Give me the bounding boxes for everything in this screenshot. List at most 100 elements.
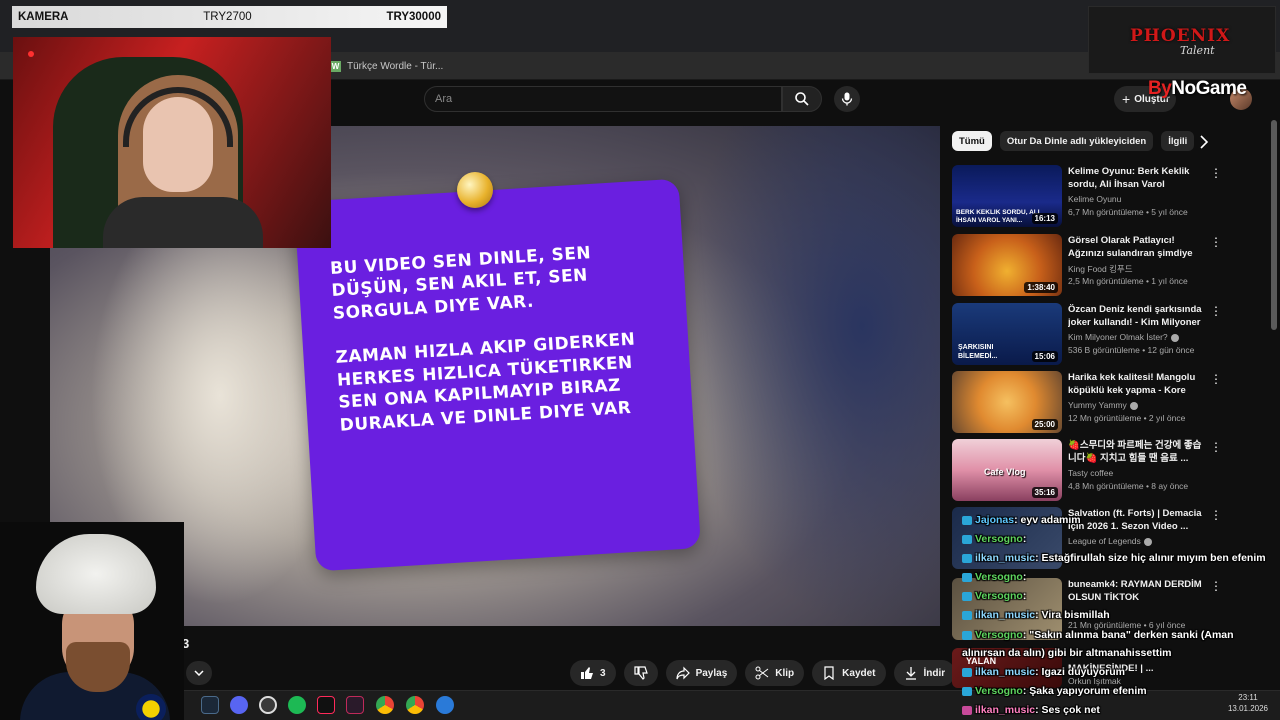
sponsor-prefix: By — [1148, 78, 1172, 99]
download-label: İndir — [923, 667, 946, 679]
kebab-menu-icon[interactable]: ⋮ — [1210, 167, 1222, 183]
recommendation-item[interactable]: Cafe Vlog 35:16 🍓스무디와 파르페는 건강에 좋습니다🍓 지치고… — [952, 439, 1222, 501]
expand-button[interactable] — [186, 661, 212, 685]
dislike-button[interactable] — [623, 660, 658, 686]
chat-message: Versogno: "Sakın alınma bana" derken san… — [962, 629, 1234, 641]
chat-message: ilkan_music: Igazi duyuyorum — [962, 666, 1125, 678]
save-button[interactable]: Kaydet — [812, 660, 886, 686]
share-button[interactable]: Paylaş — [665, 660, 738, 686]
video-title[interactable]: 🍓스무디와 파르페는 건강에 좋습니다🍓 지치고 힘들 땐 음료 ... — [1068, 439, 1206, 465]
video-thumbnail[interactable]: 1:38:40 — [952, 234, 1062, 296]
chat-text: : Ses çok net — [1035, 704, 1100, 716]
verified-icon — [1129, 401, 1138, 410]
verified-icon — [1170, 333, 1179, 342]
video-title[interactable]: Görsel Olarak Patlayıcı! Ağzınızı suland… — [1068, 234, 1206, 260]
kebab-menu-icon[interactable]: ⋮ — [1210, 441, 1222, 457]
chat-text: : — [1022, 590, 1027, 602]
recommendation-item[interactable]: 25:00 Harika kek kalitesi! Mangolu köpük… — [952, 371, 1222, 433]
video-thumbnail[interactable]: Cafe Vlog 35:16 — [952, 439, 1062, 501]
video-title[interactable]: Salvation (ft. Forts) | Demacia için 202… — [1068, 507, 1206, 533]
video-meta: 12 Mn görüntüleme • 2 yıl önce — [1068, 413, 1186, 423]
thumbs-down-icon — [633, 666, 648, 680]
video-duration: 35:16 — [1031, 487, 1058, 498]
voice-search-button[interactable] — [834, 86, 860, 112]
kebab-menu-icon[interactable]: ⋮ — [1210, 509, 1222, 525]
video-duration: 16:13 — [1031, 213, 1058, 224]
video-title[interactable]: Özcan Deniz kendi şarkısında joker kulla… — [1068, 303, 1206, 329]
chat-message: Versogno: Şaka yapıyorum efenim — [962, 685, 1147, 697]
search-input[interactable]: Ara — [424, 86, 782, 112]
chat-text: : eyv adamım — [1014, 514, 1081, 526]
video-background-shadow — [680, 126, 940, 626]
video-duration: 15:06 — [1031, 351, 1058, 362]
channel-name[interactable]: King Food 킹푸드 — [1068, 263, 1133, 275]
video-thumbnail[interactable]: BERK KEKLIK SORDU, ALI İHSAN VAROL YANI.… — [952, 165, 1062, 227]
subscriber-badge-icon — [962, 667, 972, 677]
recommendation-item[interactable]: BERK KEKLIK SORDU, ALI İHSAN VAROL YANI.… — [952, 165, 1222, 227]
recommendation-item[interactable]: ŞARKISINI BİLEMEDİ... 15:06 Özcan Deniz … — [952, 303, 1222, 365]
share-label: Paylaş — [695, 667, 728, 679]
tiktok-icon[interactable] — [317, 696, 335, 714]
clock-time: 23:11 — [1238, 693, 1258, 702]
scrollbar-thumb[interactable] — [1271, 120, 1277, 330]
like-button[interactable]: 3 — [570, 660, 616, 686]
subscriber-badge-icon — [962, 686, 972, 696]
channel-name[interactable]: Kim Milyoner Olmak İster? — [1068, 332, 1179, 342]
subscriber-badge-icon — [962, 553, 972, 563]
kebab-menu-icon[interactable]: ⋮ — [1210, 305, 1222, 321]
kebab-menu-icon[interactable]: ⋮ — [1210, 373, 1222, 389]
channel-name[interactable]: League of Legends — [1068, 536, 1152, 546]
chat-username: ilkan_music — [975, 609, 1036, 621]
chrome-icon[interactable] — [406, 696, 424, 714]
video-thumbnail[interactable]: ŞARKISINI BİLEMEDİ... 15:06 — [952, 303, 1062, 365]
chat-text: : — [1022, 533, 1027, 545]
video-meta: 536 B görüntüleme • 12 gün önce — [1068, 345, 1195, 355]
steam-icon[interactable] — [201, 696, 219, 714]
goal-target: TRY30000 — [386, 11, 441, 23]
chat-username: Versogno — [975, 590, 1023, 602]
phoenix-logo-subtitle: Talent — [1180, 44, 1215, 57]
clip-button[interactable]: Klip — [745, 660, 805, 686]
video-meta: 6,7 Mn görüntüleme • 5 yıl önce — [1068, 207, 1188, 217]
video-title[interactable]: Harika kek kalitesi! Mangolu köpüklü kek… — [1068, 371, 1206, 397]
recommendation-item[interactable]: 1:38:40 Görsel Olarak Patlayıcı! Ağzınız… — [952, 234, 1222, 296]
plus-icon: + — [1122, 91, 1131, 107]
chrome-icon[interactable] — [376, 696, 394, 714]
club-badge-icon — [136, 694, 166, 720]
search-button[interactable] — [782, 86, 822, 112]
sponsor-name: NoGame — [1171, 78, 1247, 99]
chat-username: ilkan_music — [975, 552, 1036, 564]
app-icon[interactable] — [259, 696, 277, 714]
camera-label: KAMERA — [18, 11, 69, 23]
video-text-2: ZAMAN HIZLA AKIP GIDERKEN HERKES HIZLICA… — [335, 329, 636, 436]
bookmark-wordle[interactable]: W Türkçe Wordle - Tür... — [330, 56, 443, 76]
channel-name[interactable]: Yummy Yammy — [1068, 400, 1138, 410]
spotify-icon[interactable] — [288, 696, 306, 714]
channel-name-text: Yummy Yammy — [1068, 400, 1127, 410]
kebab-menu-icon[interactable]: ⋮ — [1210, 236, 1222, 252]
media-app-icon[interactable] — [346, 696, 364, 714]
chat-message: Versogno: — [962, 571, 1026, 583]
chip-all[interactable]: Tümü — [952, 131, 992, 151]
chat-message: ilkan_music: Estağfirullah size hiç alın… — [962, 552, 1266, 564]
chat-text: : "Sakın alınma bana" derken sanki (Aman — [1022, 629, 1234, 641]
video-title[interactable]: Kelime Oyunu: Berk Keklik sordu, Ali İhs… — [1068, 165, 1206, 191]
chip-uploader[interactable]: Otur Da Dinle adlı yükleyiciden — [999, 131, 1154, 151]
chip-related[interactable]: İlgili — [1161, 131, 1195, 151]
discord-icon[interactable] — [230, 696, 248, 714]
video-title[interactable]: buneamk4: RAYMAN DERDİM OLSUN TİKTOK — [1068, 578, 1206, 604]
download-button[interactable]: İndir — [893, 660, 956, 686]
channel-name-text: League of Legends — [1068, 536, 1141, 546]
app-icon[interactable] — [436, 696, 454, 714]
kebab-menu-icon[interactable]: ⋮ — [1210, 580, 1222, 596]
chat-message-continuation: alınırsan da alın) gibi bir altmanahisse… — [962, 647, 1171, 659]
channel-name[interactable]: Tasty coffee — [1068, 468, 1113, 478]
video-thumbnail[interactable]: 25:00 — [952, 371, 1062, 433]
search-icon — [795, 92, 809, 106]
channel-name[interactable]: Kelime Oyunu — [1068, 194, 1121, 204]
guest-webcam — [0, 522, 184, 720]
system-clock[interactable]: 23:11 13.01.2026 — [1222, 692, 1274, 714]
chevron-right-icon[interactable] — [1196, 134, 1212, 150]
bookmark-label: Türkçe Wordle - Tür... — [347, 60, 444, 72]
clip-label: Klip — [775, 667, 795, 679]
